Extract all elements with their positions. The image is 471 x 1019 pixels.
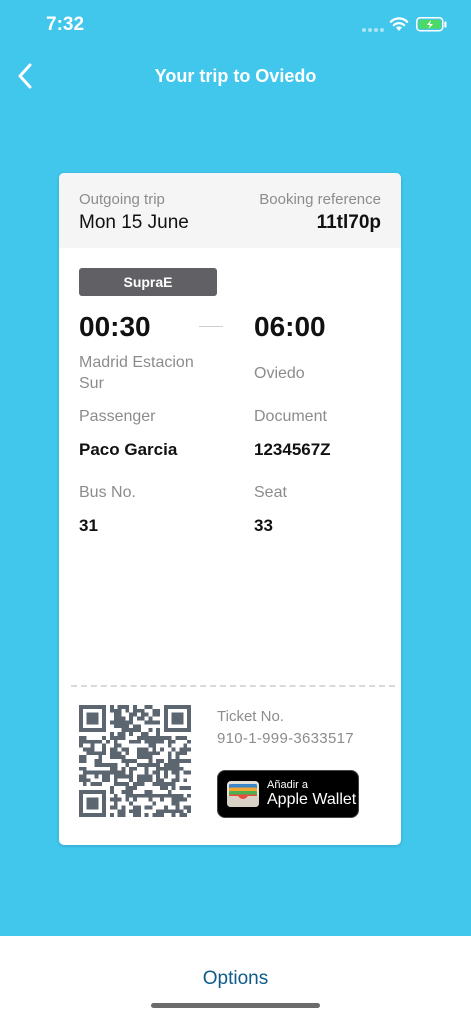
wallet-line-2: Apple Wallet [267,791,357,808]
bottom-bar: Options [0,936,471,1019]
battery-charging-icon [416,17,447,32]
bus-number: 31 [79,516,98,535]
departure-time: 00:30 [79,311,151,342]
seat-number: 33 [254,516,273,535]
bus-label: Bus No. [79,484,136,501]
passenger-name: Paco Garcia [79,440,178,459]
trip-label: Outgoing trip [79,191,165,208]
passenger-label: Passenger [79,408,156,425]
ticket-number-label: Ticket No. [217,708,284,725]
document-number: 1234567Z [254,440,331,459]
wifi-icon [389,17,409,31]
add-to-apple-wallet-button[interactable]: Añadir a Apple Wallet [217,770,359,818]
status-time: 7:32 [46,14,85,35]
seat-label: Seat [254,484,287,501]
wallet-icon [227,781,259,807]
booking-reference-label: Booking reference [259,191,381,208]
cellular-signal-icon [362,28,384,32]
ticket-header: Outgoing trip Mon 15 June Booking refere… [59,173,401,248]
ticket-card: Outgoing trip Mon 15 June Booking refere… [59,173,401,845]
destination-station: Oviedo [254,365,305,382]
home-indicator [151,1003,320,1008]
time-separator [199,326,223,327]
tear-line [71,685,395,687]
booking-reference: 11tl70p [316,212,381,233]
status-bar: 7:32 [0,0,471,50]
options-button[interactable]: Options [0,968,471,990]
qr-code [79,705,191,817]
document-label: Document [254,408,327,425]
trip-date: Mon 15 June [79,212,189,233]
operator-badge: SupraE [79,268,217,296]
ticket-number: 910-1-999-3633517 [217,730,354,747]
page-title: Your trip to Oviedo [154,66,317,86]
nav-bar: Your trip to Oviedo [0,56,471,96]
arrival-time: 06:00 [254,311,326,342]
wallet-line-1: Añadir a [267,779,308,791]
origin-station: Madrid Estacion Sur [79,354,194,392]
